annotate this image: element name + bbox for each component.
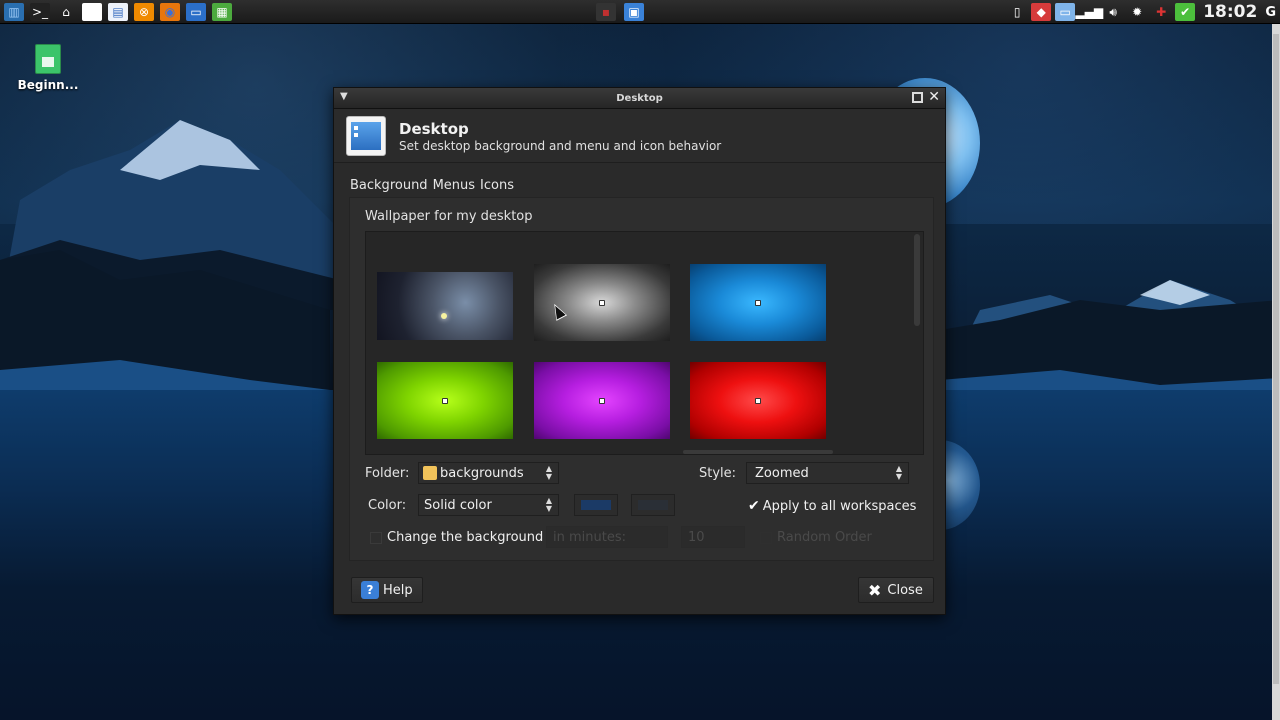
interval-value: 10 [688,529,705,545]
close-icon: ✖ [868,580,882,600]
taskbar: ▪ ▣ [596,3,644,21]
primary-color-button[interactable] [574,494,618,516]
close-label: Close [887,582,923,598]
beginner-icon [35,44,61,74]
grid-vertical-scrollbar[interactable] [914,234,920,326]
selection-dot-icon [599,397,605,404]
spinner-arrows-icon: ▲ ▼ [545,496,552,513]
video-editor-icon[interactable]: ▦ [212,2,232,21]
selection-dot-icon [599,299,605,306]
folder-select[interactable]: backgrounds ▲ ▼ [418,462,559,484]
apply-all-checkbox[interactable]: ✔ Apply to all workspaces [748,498,916,514]
terminal-icon[interactable]: >_ [30,2,50,21]
selection-dot-icon [755,299,761,306]
top-panel: ▥ >_ ⌂ ▯ ▤ ⊗ ◉ ▭ ▦ ▪ ▣ ▯ ◆ ▭ ▂▄▆ 🔊︎ ✹ ✚ ✔ 18:02 G [0,0,1280,24]
color-mode-select[interactable]: Solid color ▲ ▼ [418,494,559,516]
header-subtitle: Set desktop background and menu and icon… [399,139,722,153]
monitor-icon[interactable]: ▭ [186,2,206,21]
style-label: Style: [699,466,737,481]
home-icon[interactable]: ⌂ [56,3,76,21]
tab-menus[interactable]: Menus [433,178,475,193]
color-mode-value: Solid color [424,497,492,513]
spinner-arrows-icon: ▲ ▼ [545,464,552,481]
wallpaper-blue[interactable] [690,264,826,341]
spinner-arrows-icon: ▲ ▼ [895,464,902,481]
checkbox-box [370,531,382,544]
background-panel: Wallpaper for my desktop Folder: backgro… [349,197,934,561]
header-title: Desktop [399,120,469,138]
desktop-settings-dialog: ▼ Desktop ✕ Desktop Set desktop backgrou… [333,87,946,615]
change-background-checkbox[interactable]: Change the background [370,530,543,545]
style-select[interactable]: Zoomed ▲ ▼ [746,462,909,484]
grid-horizontal-scrollbar[interactable] [683,450,833,454]
window-title: Desktop [616,92,663,104]
star-icon [440,313,447,320]
network-icon[interactable]: ✚ [1151,3,1171,21]
style-value: Zoomed [755,465,809,481]
selection-dot-icon [755,397,761,404]
interval-unit-value: in minutes: [553,529,626,545]
help-button[interactable]: ? Help [351,577,423,603]
close-window-icon[interactable]: ✕ [928,89,940,105]
taskbar-app-icon[interactable]: ▪ [596,3,616,21]
volume-icon[interactable]: 🔊︎ [1103,3,1123,21]
screen-scrollbar[interactable] [1272,24,1280,720]
window-titlebar[interactable]: ▼ Desktop ✕ [334,88,945,109]
settings-icon[interactable]: ✹ [1127,3,1147,21]
wallpaper-red[interactable] [690,362,826,439]
tab-icons[interactable]: Icons [480,178,514,193]
random-order-label: Random Order [777,530,872,545]
folder-icon [423,466,437,480]
apply-all-label: Apply to all workspaces [762,498,917,514]
document-icon[interactable]: ▤ [108,2,128,21]
wallpaper-purple[interactable] [534,362,670,439]
screen-scrollbar-thumb[interactable] [1273,34,1279,684]
wallpaper-grid [365,231,924,455]
wallpaper-nebula[interactable] [377,272,513,340]
media-player-icon[interactable]: ⊗ [134,2,154,21]
file-icon[interactable]: ▯ [82,2,102,21]
desktop-icon-beginner[interactable]: Beginn... [16,44,80,92]
tab-bar: Background Menus Icons [350,178,514,193]
maximize-icon[interactable] [912,92,923,103]
folder-value: backgrounds [440,465,524,481]
desktop-icon-label: Beginn... [17,78,79,92]
check-icon: ✔ [748,498,760,514]
interval-unit-select[interactable]: in minutes: [546,526,668,548]
checkbox-box [760,531,772,544]
secondary-color-swatch [638,500,668,510]
help-label: Help [383,582,413,598]
app-menu-icon[interactable]: ▥ [4,2,24,21]
window-menu-icon[interactable]: ▼ [340,91,354,105]
color-label: Color: [368,498,407,513]
wallpaper-label: Wallpaper for my desktop [365,209,533,224]
power-icon[interactable]: G [1265,5,1276,20]
wallpaper-green[interactable] [377,362,513,439]
change-background-label: Change the background [387,530,544,545]
desktop-settings-icon [346,116,386,156]
random-order-checkbox[interactable]: Random Order [760,530,872,545]
tab-background[interactable]: Background [350,178,428,193]
chat-icon[interactable]: ✔ [1175,3,1196,21]
launcher-bar: ▥ >_ ⌂ ▯ ▤ ⊗ ◉ ▭ ▦ [0,2,232,21]
folder-label: Folder: [365,466,410,481]
primary-color-swatch [581,500,611,510]
interval-spinner[interactable]: 10 [681,526,745,548]
display-icon[interactable]: ▭ [1055,3,1076,21]
selection-dot-icon [442,397,448,404]
tray-icons: ▯ ◆ ▭ ▂▄▆ 🔊︎ ✹ ✚ ✔ [1007,3,1196,21]
tray-app-icon[interactable]: ◆ [1031,3,1052,21]
taskbar-desktop-settings-icon[interactable]: ▣ [624,3,644,21]
signal-icon[interactable]: ▂▄▆ [1075,3,1103,21]
close-button[interactable]: ✖ Close [858,577,934,603]
dialog-header: Desktop Set desktop background and menu … [334,109,945,163]
secondary-color-button[interactable] [631,494,675,516]
firefox-icon[interactable]: ◉ [160,2,180,21]
clipboard-icon[interactable]: ▯ [1007,3,1027,21]
clock[interactable]: 18:02 [1203,2,1257,22]
help-icon: ? [361,581,379,599]
system-tray: ▯ ◆ ▭ ▂▄▆ 🔊︎ ✹ ✚ ✔ 18:02 G [1007,0,1280,24]
